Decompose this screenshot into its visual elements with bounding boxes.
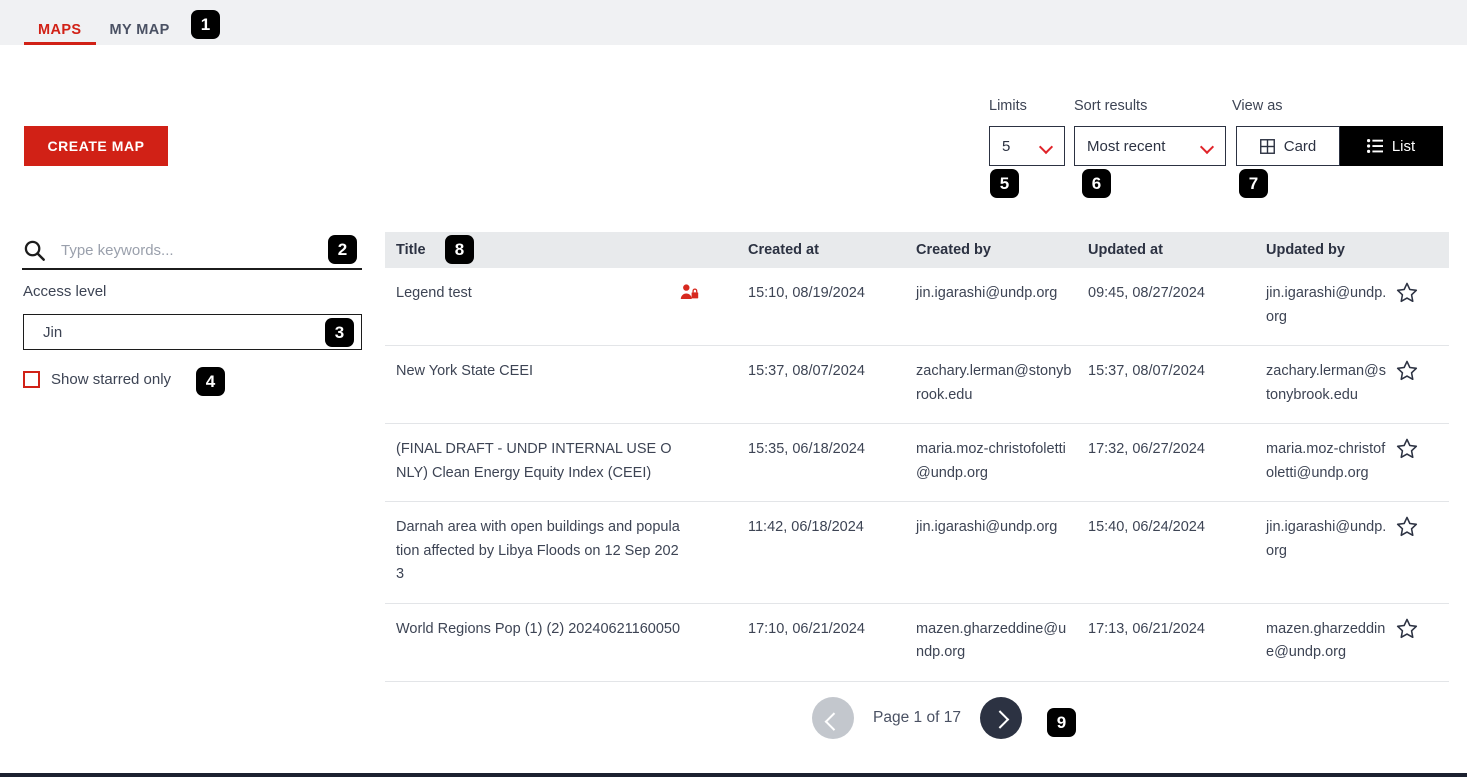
cell-created-by: zachary.lerman@stonybrook.edu [916, 360, 1088, 407]
cell-created-at: 11:42, 06/18/2024 [748, 516, 916, 587]
cell-access [680, 360, 748, 407]
filters-sidebar: Access level Jin Show starred only [0, 0, 380, 777]
view-card-label: Card [1284, 138, 1317, 155]
cell-created-by: mazen.gharzeddine@undp.org [916, 618, 1088, 665]
cell-access [680, 516, 748, 587]
annotation-badge-3: 3 [325, 318, 354, 347]
sort-results-value: Most recent [1087, 138, 1197, 155]
cell-access [680, 438, 748, 485]
limits-select[interactable]: 5 [989, 126, 1065, 166]
annotation-badge-9: 9 [1047, 708, 1076, 737]
cell-created-at: 15:37, 08/07/2024 [748, 360, 916, 407]
view-as-label: View as [1232, 98, 1283, 114]
person-lock-icon [680, 283, 699, 302]
cell-updated-by: zachary.lerman@stonybrook.edu [1266, 360, 1387, 407]
pagination-prev-button[interactable] [812, 697, 854, 739]
grid-icon [1260, 139, 1275, 154]
cell-updated-at: 15:40, 06/24/2024 [1088, 516, 1266, 587]
annotation-badge-1: 1 [191, 10, 220, 39]
pagination-status: Page 1 of 17 [873, 709, 961, 727]
star-outline-icon[interactable] [1396, 360, 1418, 381]
show-starred-only-checkbox[interactable] [23, 371, 40, 388]
star-outline-icon[interactable] [1396, 438, 1418, 459]
cell-updated-by: mazen.gharzeddine@undp.org [1266, 618, 1387, 665]
cell-updated-at: 09:45, 08/27/2024 [1088, 282, 1266, 329]
cell-created-at: 15:35, 06/18/2024 [748, 438, 916, 485]
column-header-created-by[interactable]: Created by [916, 242, 1088, 258]
cell-access [680, 618, 748, 665]
cell-updated-at: 17:13, 06/21/2024 [1088, 618, 1266, 665]
column-header-title[interactable]: Title [385, 242, 680, 258]
table-header-row: Title Created at Created by Updated at U… [385, 232, 1449, 268]
view-list-label: List [1392, 138, 1415, 155]
star-outline-icon[interactable] [1396, 618, 1418, 639]
view-as-toggle: Card List [1236, 126, 1443, 166]
star-outline-icon[interactable] [1396, 516, 1418, 537]
show-starred-only-label: Show starred only [51, 371, 171, 388]
cell-created-at: 17:10, 06/21/2024 [748, 618, 916, 665]
chevron-left-icon [828, 713, 839, 724]
annotation-badge-5: 5 [990, 169, 1019, 198]
table-row[interactable]: Darnah area with open buildings and popu… [385, 502, 1449, 604]
cell-updated-by: maria.moz-christofoletti@undp.org [1266, 438, 1387, 485]
column-header-access [680, 250, 748, 251]
show-starred-only-row[interactable]: Show starred only [23, 371, 171, 388]
column-header-created-at[interactable]: Created at [748, 242, 916, 258]
cell-title[interactable]: Legend test [385, 282, 680, 329]
cell-created-by: maria.moz-christofoletti@undp.org [916, 438, 1088, 485]
table-row[interactable]: World Regions Pop (1) (2) 20240621160050… [385, 604, 1449, 682]
search-input[interactable] [61, 242, 362, 259]
annotation-badge-4: 4 [196, 367, 225, 396]
cell-star [1387, 282, 1449, 329]
limits-label: Limits [989, 98, 1027, 114]
cell-updated-by: jin.igarashi@undp.org [1266, 282, 1387, 329]
cell-updated-at: 17:32, 06/27/2024 [1088, 438, 1266, 485]
cell-star [1387, 618, 1449, 665]
table-row[interactable]: (FINAL DRAFT - UNDP INTERNAL USE ONLY) C… [385, 424, 1449, 502]
maps-page: MAPS MY MAP CREATE MAP Limits 5 Sort res… [0, 0, 1467, 777]
cell-created-at: 15:10, 08/19/2024 [748, 282, 916, 329]
column-header-updated-at[interactable]: Updated at [1088, 242, 1266, 258]
annotation-badge-8: 8 [445, 235, 474, 264]
access-level-value: Jin [43, 324, 62, 341]
chevron-down-icon [1040, 142, 1054, 151]
list-icon [1367, 139, 1383, 153]
access-level-select[interactable]: Jin [23, 314, 362, 350]
cell-star [1387, 516, 1449, 587]
search-row [22, 232, 362, 270]
annotation-badge-6: 6 [1082, 169, 1111, 198]
table-row[interactable]: New York State CEEI 15:37, 08/07/2024 za… [385, 346, 1449, 424]
cell-star [1387, 360, 1449, 407]
search-icon[interactable] [24, 240, 45, 261]
cell-title[interactable]: New York State CEEI [385, 360, 680, 407]
cell-access [680, 282, 748, 329]
cell-title[interactable]: (FINAL DRAFT - UNDP INTERNAL USE ONLY) C… [385, 438, 680, 485]
maps-table: Title Created at Created by Updated at U… [385, 232, 1449, 682]
pagination: Page 1 of 17 [385, 697, 1449, 739]
column-header-updated-by[interactable]: Updated by [1266, 242, 1387, 258]
cell-created-by: jin.igarashi@undp.org [916, 282, 1088, 329]
star-outline-icon[interactable] [1396, 282, 1418, 303]
cell-created-by: jin.igarashi@undp.org [916, 516, 1088, 587]
view-list-button[interactable]: List [1340, 126, 1443, 166]
view-card-button[interactable]: Card [1236, 126, 1340, 166]
annotation-badge-2: 2 [328, 235, 357, 264]
cell-updated-by: jin.igarashi@undp.org [1266, 516, 1387, 587]
chevron-right-icon [995, 713, 1006, 724]
cell-star [1387, 438, 1449, 485]
cell-updated-at: 15:37, 08/07/2024 [1088, 360, 1266, 407]
chevron-down-icon [1201, 142, 1215, 151]
cell-title[interactable]: Darnah area with open buildings and popu… [385, 516, 680, 587]
cell-title[interactable]: World Regions Pop (1) (2) 20240621160050 [385, 618, 680, 665]
bottom-bar [0, 773, 1467, 777]
limits-value: 5 [1002, 138, 1036, 155]
access-level-label: Access level [23, 283, 106, 300]
annotation-badge-7: 7 [1239, 169, 1268, 198]
sort-results-label: Sort results [1074, 98, 1147, 114]
table-row[interactable]: Legend test 15:10, 08/19/2024 jin.igaras… [385, 268, 1449, 346]
sort-results-select[interactable]: Most recent [1074, 126, 1226, 166]
pagination-next-button[interactable] [980, 697, 1022, 739]
